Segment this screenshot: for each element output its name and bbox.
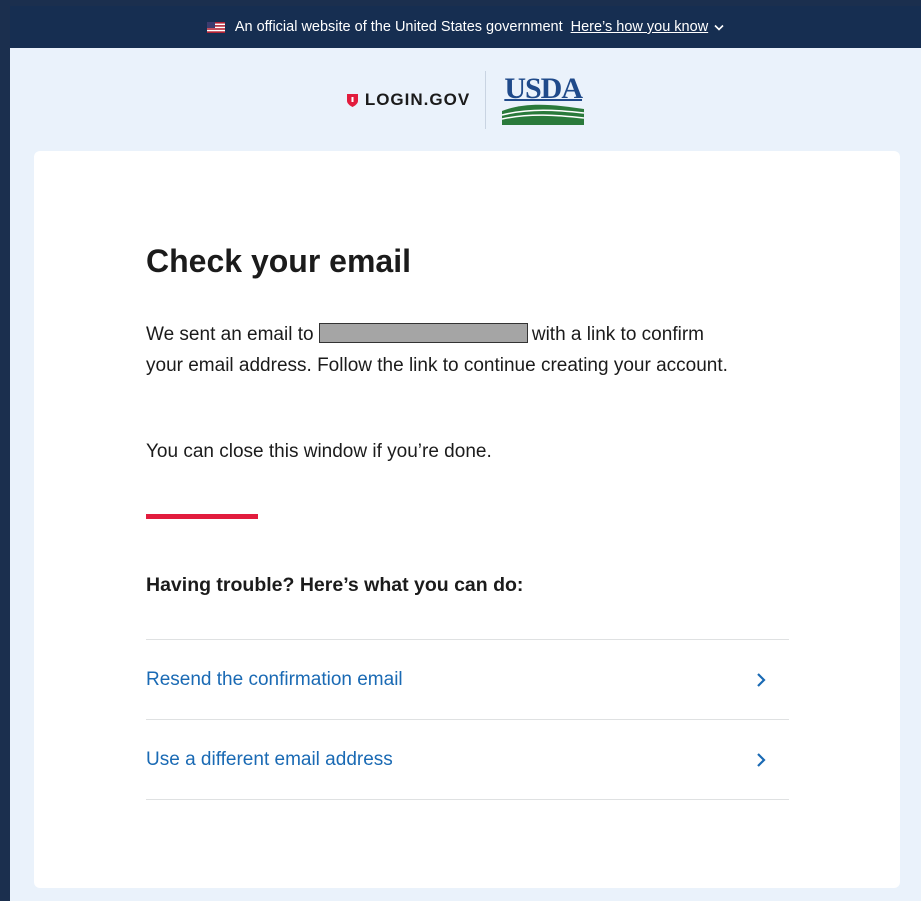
different-email-link[interactable]: Use a different email address bbox=[146, 719, 789, 800]
resend-confirmation-label: Resend the confirmation email bbox=[146, 668, 403, 690]
usda-field-icon bbox=[502, 104, 585, 125]
login-gov-logo[interactable]: LOGIN.GOV bbox=[346, 90, 470, 110]
logo-divider bbox=[485, 71, 487, 129]
trouble-heading: Having trouble? Here’s what you can do: bbox=[146, 574, 524, 596]
usda-logo: USDA bbox=[501, 72, 585, 125]
login-gov-logo-text: LOGIN.GOV bbox=[364, 90, 471, 109]
redacted-email bbox=[318, 323, 528, 343]
shield-icon bbox=[346, 93, 358, 107]
resend-confirmation-link[interactable]: Resend the confirmation email bbox=[146, 639, 789, 719]
gov-banner: An official website of the United States… bbox=[10, 6, 921, 48]
close-window-note: You can close this window if you’re done… bbox=[146, 441, 492, 462]
lead-prefix: We sent an email to bbox=[146, 324, 314, 345]
different-email-label: Use a different email address bbox=[146, 748, 393, 770]
section-divider bbox=[146, 514, 258, 519]
chevron-right-icon bbox=[757, 672, 766, 687]
heres-how-you-know-link[interactable]: Here’s how you know bbox=[571, 19, 725, 35]
chevron-right-icon bbox=[757, 752, 766, 767]
banner-text: An official website of the United States… bbox=[234, 19, 563, 35]
page-title: Check your email bbox=[146, 243, 411, 279]
usda-logo-text: USDA bbox=[504, 72, 583, 105]
chevron-down-icon bbox=[714, 24, 724, 31]
heres-how-you-know-label: Here’s how you know bbox=[570, 19, 709, 35]
content-card: Check your email We sent an email to wit… bbox=[34, 151, 900, 888]
page: An official website of the United States… bbox=[10, 6, 921, 901]
confirmation-message: We sent an email to with a link to confi… bbox=[146, 319, 746, 381]
us-flag-icon bbox=[206, 21, 225, 33]
site-header: LOGIN.GOV USDA bbox=[10, 48, 921, 152]
